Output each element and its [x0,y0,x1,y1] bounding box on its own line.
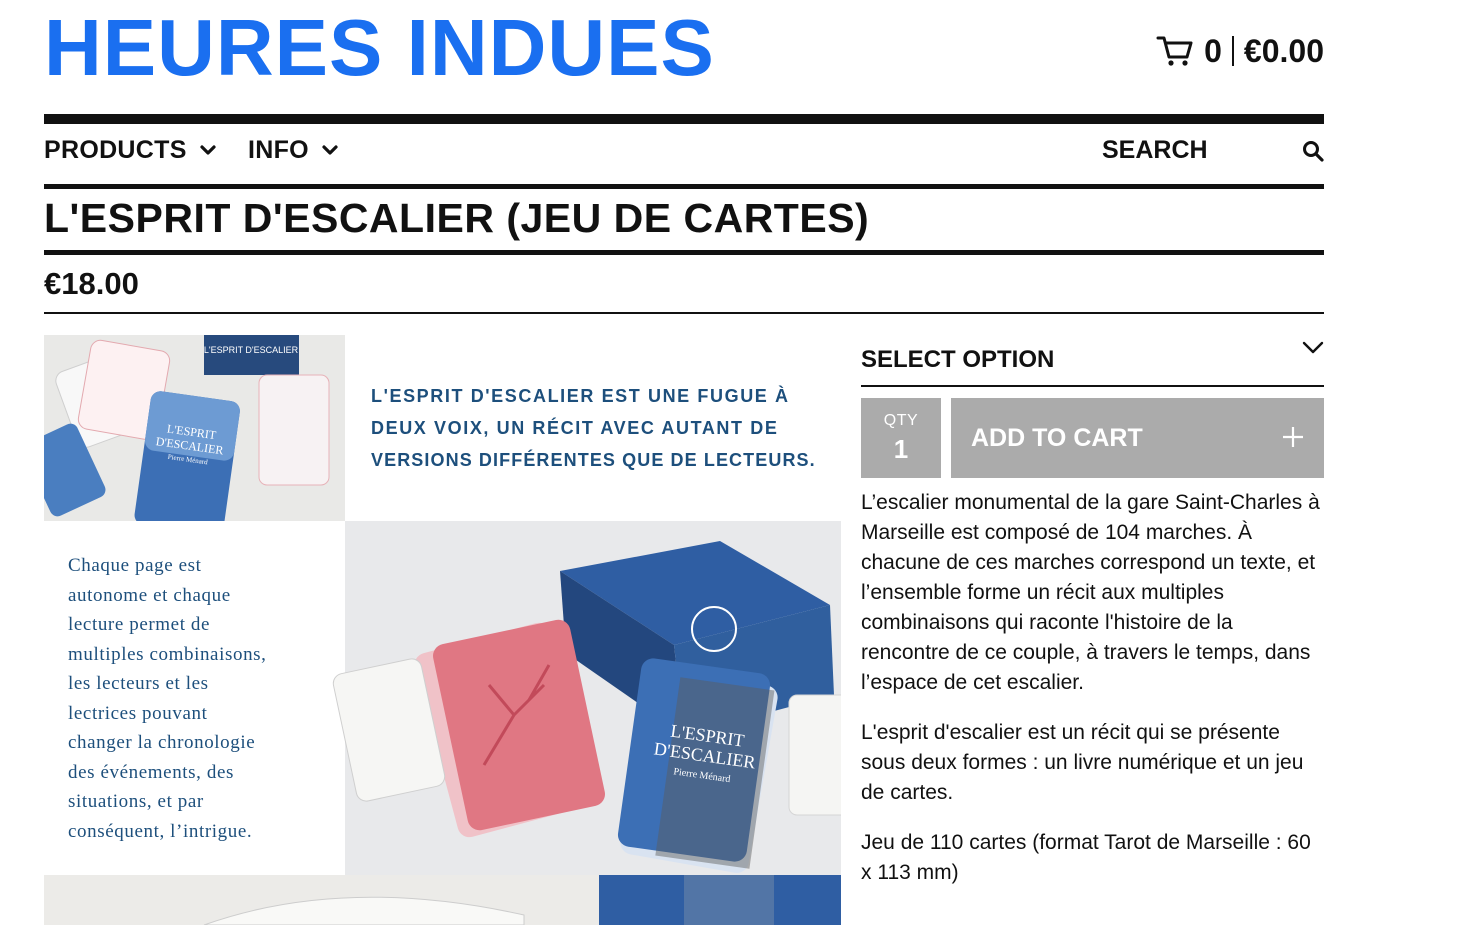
card-front-small: L'ESPRIT D'ESCALIER Pierre Ménard [134,391,240,535]
image-headline-line-2: DEUX VOIX, UN RÉCIT AVEC AUTANT DE [371,417,778,438]
image-side-line-8: des événements, des [68,762,234,783]
description-paragraph: Jeu de 110 cartes (format Tarot de Marse… [861,831,1311,884]
site-logo[interactable]: HEURES INDUES [44,8,715,88]
product-image[interactable]: L'ESPRIT D'ESCALIER L'ESPRIT D'ESCALIER … [44,335,841,925]
quantity-input[interactable] [871,433,931,465]
chevron-down-icon [1302,341,1324,354]
option-select-label: SELECT OPTION [861,346,1055,373]
add-to-cart-label: ADD TO CART [971,423,1143,452]
quantity-label: QTY [883,411,919,429]
chevron-down-icon [322,144,338,155]
plus-icon [1283,427,1303,447]
cart-icon [1156,36,1193,66]
main-nav: PRODUCTS INFO SEARCH [44,136,1324,176]
image-side-line-4: multiples combinaisons, [68,644,267,665]
image-side-line-6: lectrices pouvant [68,703,208,724]
cart-count: 0 [1204,33,1222,69]
image-side-line-2: autonome et chaque [68,585,231,606]
search-input[interactable]: SEARCH [1102,136,1302,165]
nav-info[interactable]: INFO [248,136,339,165]
description-paragraph: L’escalier monumental de la gare Saint-C… [861,491,1320,694]
buy-row: QTY ADD TO CART [861,398,1324,478]
cart-total: €0.00 [1243,33,1324,69]
header-divider [44,114,1324,124]
add-to-cart-button[interactable]: ADD TO CART [951,398,1324,478]
price-divider [44,312,1324,314]
nav-products[interactable]: PRODUCTS [44,136,217,165]
quantity-field[interactable]: QTY [861,398,941,478]
description-paragraph: L'esprit d'escalier est un récit qui se … [861,721,1304,804]
image-side-line-10: conséquent, l’intrigue. [68,821,252,842]
cart-divider [1231,36,1234,66]
nav-products-label: PRODUCTS [44,136,187,164]
image-side-line-5: les lecteurs et les [68,673,209,694]
nav-divider [44,184,1324,189]
nav-info-label: INFO [248,136,309,164]
product-price: €18.00 [44,266,139,301]
product-description: L’escalier monumental de la gare Saint-C… [861,488,1324,908]
search-icon[interactable] [1302,140,1324,162]
purchase-panel: SELECT OPTION QTY ADD TO CART L’escalier… [861,335,1324,884]
option-select[interactable]: SELECT OPTION [861,335,1324,387]
image-side-line-1: Chaque page est [68,555,202,576]
image-headline-line-1: L'ESPRIT D'ESCALIER EST UNE FUGUE À [371,385,790,406]
image-side-line-7: changer la chronologie [68,732,255,753]
title-divider [44,250,1324,255]
image-headline-line-3: VERSIONS DIFFÉRENTES QUE DE LECTEURS. [371,449,816,470]
box-label: L'ESPRIT D'ESCALIER [204,345,299,355]
image-side-line-9: situations, et par [68,791,204,812]
chevron-down-icon [200,144,216,155]
cart-summary[interactable]: 0 €0.00 [1156,34,1324,68]
product-title: L'ESPRIT D'ESCALIER (JEU DE CARTES) [44,195,870,241]
search-field[interactable]: SEARCH [1102,136,1324,165]
image-side-line-3: lecture permet de [68,614,210,635]
